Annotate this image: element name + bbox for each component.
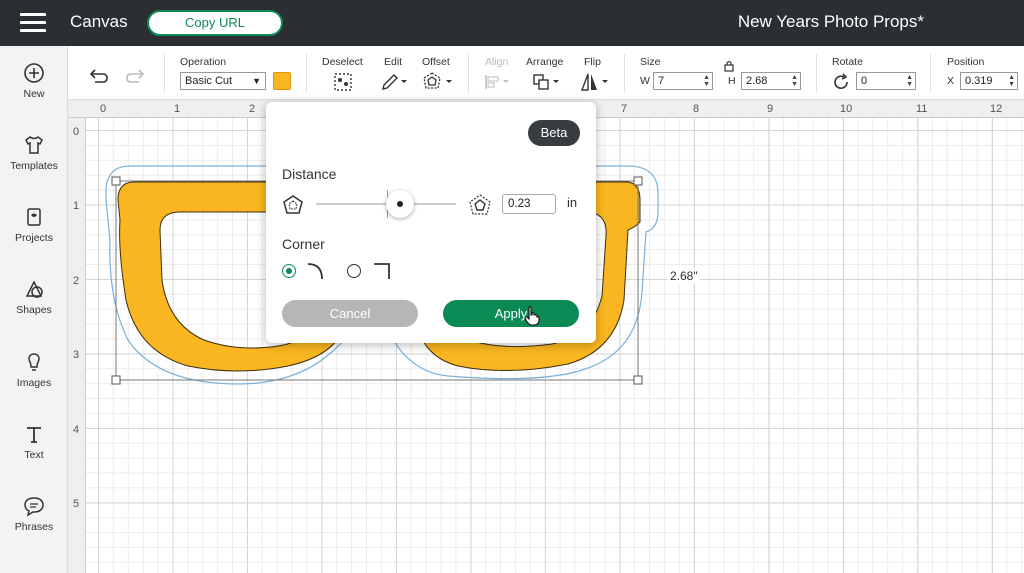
apply-button[interactable]: Apply: [443, 300, 579, 327]
align-label: Align: [485, 56, 509, 68]
x-position-value: 0.319: [965, 75, 993, 87]
offset-small-icon[interactable]: [282, 194, 304, 216]
rotate-label: Rotate: [832, 56, 863, 68]
flip-icon[interactable]: [580, 72, 610, 92]
beta-badge: Beta: [528, 120, 580, 146]
stepper-icon[interactable]: ▲ ▼: [1008, 74, 1015, 88]
width-label: W: [640, 75, 650, 87]
x-label: X: [947, 75, 955, 87]
sidebar-item-label: Images: [16, 377, 52, 389]
distance-slider-handle[interactable]: [386, 190, 414, 218]
toolbar-divider: [624, 54, 625, 92]
menu-icon[interactable]: [20, 13, 46, 33]
projects-icon: [27, 208, 41, 226]
offset-icon[interactable]: [422, 72, 454, 92]
align-icon[interactable]: [484, 74, 512, 90]
text-icon: [27, 427, 41, 443]
stepper-icon[interactable]: ▲ ▼: [906, 74, 913, 88]
size-label: Size: [640, 56, 661, 68]
resize-handle[interactable]: [633, 176, 643, 186]
resize-handle[interactable]: [111, 176, 121, 186]
toolbar-divider: [816, 54, 817, 92]
arrange-label: Arrange: [526, 56, 564, 68]
sidebar-item-shapes[interactable]: Shapes: [0, 278, 68, 316]
lightbulb-icon: [28, 353, 40, 371]
sidebar-item-label: Projects: [15, 232, 53, 244]
height-value: 2.68: [746, 75, 768, 87]
square-corner-icon: [374, 263, 390, 279]
hand-cursor-icon: [524, 306, 540, 326]
top-bar: Canvas Copy URL New Years Photo Props*: [0, 0, 1024, 46]
flip-label: Flip: [584, 56, 601, 68]
distance-unit: in: [567, 195, 578, 210]
rotate-icon[interactable]: [832, 73, 850, 91]
x-position-field[interactable]: 0.319 ▲ ▼: [960, 72, 1018, 90]
sidebar-item-new[interactable]: New: [0, 62, 68, 100]
toolbar-divider: [306, 54, 307, 92]
rounded-corner-radio[interactable]: [282, 264, 296, 278]
sidebar-item-label: Phrases: [14, 521, 54, 533]
stepper-icon[interactable]: ▲ ▼: [791, 74, 798, 88]
position-label: Position: [947, 56, 985, 68]
toolbar-divider: [930, 54, 931, 92]
lock-icon[interactable]: [723, 60, 735, 72]
offset-popup: Beta Distance 0.23 in Corner Cancel Appl…: [266, 102, 596, 343]
undo-icon[interactable]: [88, 68, 108, 84]
sidebar-item-images[interactable]: Images: [0, 351, 68, 389]
height-dimension-readout: 2.68": [668, 268, 700, 284]
edit-label: Edit: [384, 56, 403, 68]
speech-bubble-icon: [24, 497, 44, 517]
deselect-icon[interactable]: [333, 72, 353, 92]
sidebar-item-label: Templates: [10, 160, 58, 172]
resize-handle[interactable]: [111, 375, 121, 385]
corner-label: Corner: [282, 236, 325, 252]
resize-handle[interactable]: [633, 375, 643, 385]
toolbar: Operation Basic Cut ▼ Deselect Edit Offse…: [68, 46, 1024, 100]
toolbar-divider: [164, 54, 165, 92]
width-field[interactable]: 7 ▲ ▼: [653, 72, 713, 90]
sidebar-item-phrases[interactable]: Phrases: [0, 495, 68, 533]
arrange-icon[interactable]: [532, 73, 562, 91]
sidebar-item-label: New: [23, 88, 45, 100]
copy-url-button[interactable]: Copy URL: [147, 10, 283, 36]
width-value: 7: [658, 75, 665, 87]
distance-input[interactable]: 0.23: [502, 194, 556, 214]
sidebar-item-label: Shapes: [16, 304, 52, 316]
offset-large-icon[interactable]: [469, 194, 491, 216]
stepper-icon[interactable]: ▲ ▼: [703, 74, 710, 88]
sidebar-item-label: Text: [24, 449, 44, 461]
operation-select[interactable]: Basic Cut ▼: [180, 72, 266, 90]
rotate-field[interactable]: 0 ▲ ▼: [856, 72, 916, 90]
toolbar-divider: [468, 54, 469, 92]
shapes-icon: [25, 280, 43, 298]
pencil-icon[interactable]: [380, 72, 408, 92]
deselect-label: Deselect: [322, 56, 363, 68]
distance-label: Distance: [282, 166, 337, 182]
height-label: H: [728, 75, 736, 87]
project-title: New Years Photo Props*: [737, 12, 924, 31]
square-corner-radio[interactable]: [347, 264, 361, 278]
sidebar: New Templates Projects Shapes Images Tex…: [0, 46, 68, 573]
sidebar-item-templates[interactable]: Templates: [0, 134, 68, 172]
operation-color-swatch[interactable]: [273, 72, 291, 90]
rounded-corner-icon: [307, 263, 323, 280]
chevron-down-icon: ▼: [252, 76, 261, 86]
operation-value: Basic Cut: [185, 75, 233, 87]
sidebar-item-projects[interactable]: Projects: [0, 206, 68, 244]
operation-label: Operation: [180, 56, 227, 68]
cancel-button[interactable]: Cancel: [282, 300, 418, 327]
offset-label: Offset: [422, 56, 450, 68]
sidebar-item-text[interactable]: Text: [0, 423, 68, 461]
plus-circle-icon: [24, 63, 44, 83]
rotate-value: 0: [861, 75, 868, 87]
app-title: Canvas: [70, 12, 128, 31]
redo-icon[interactable]: [126, 68, 146, 84]
shirt-icon: [25, 136, 43, 154]
height-field[interactable]: 2.68 ▲ ▼: [741, 72, 801, 90]
